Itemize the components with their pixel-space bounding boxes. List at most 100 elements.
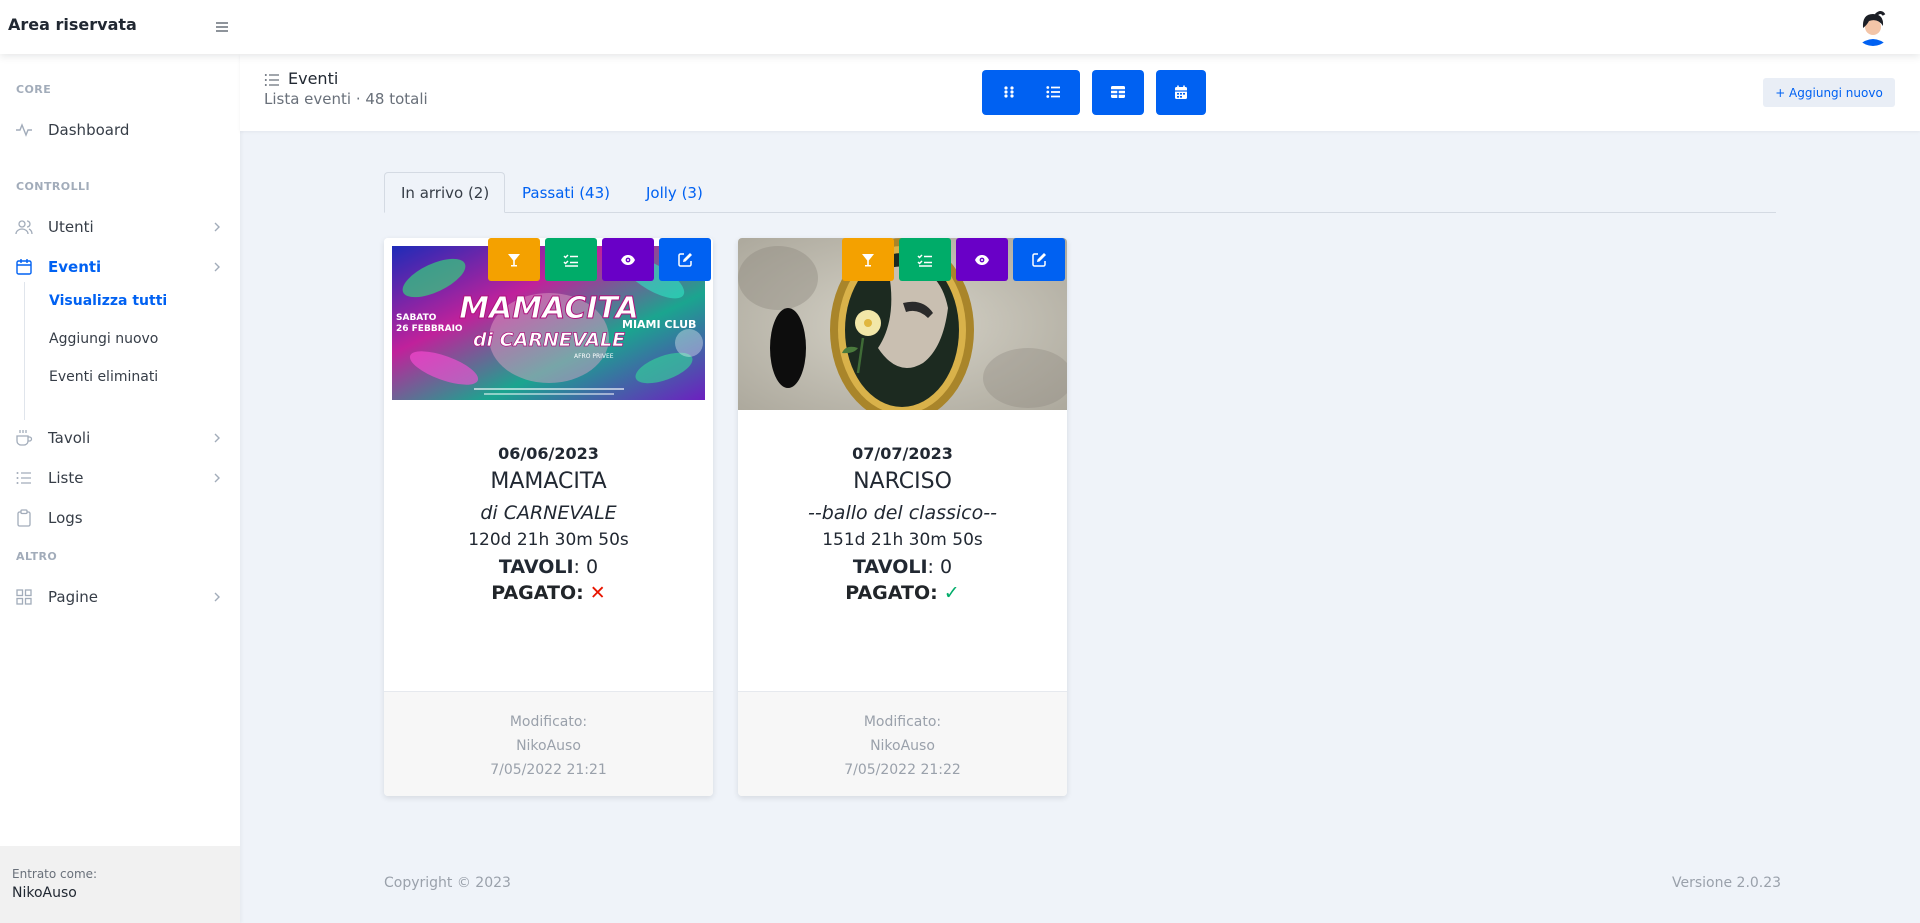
pagato-label: PAGATO: [491, 582, 577, 604]
event-tavoli: TAVOLI: 0: [384, 556, 713, 578]
sidebar-item-utenti[interactable]: Utenti: [0, 210, 240, 244]
tab-passati[interactable]: Passati (43): [506, 172, 626, 213]
event-countdown: 120d 21h 30m 50s: [468, 530, 629, 550]
eventi-submenu: Visualizza tutti Aggiungi nuovo Eventi e…: [24, 282, 214, 420]
sidebar-item-label: Logs: [48, 509, 83, 527]
grip-icon[interactable]: [1002, 85, 1016, 99]
submenu-eventi-eliminati[interactable]: Eventi eliminati: [49, 369, 158, 385]
sidebar-heading-controlli: CONTROLLI: [16, 180, 91, 193]
logged-in-label: Entrato come:: [12, 867, 98, 881]
add-new-button[interactable]: + Aggiungi nuovo: [1763, 78, 1895, 107]
event-card-body: 07/07/2023 NARCISO --ballo del classico-…: [738, 444, 1067, 604]
list-icon: [16, 472, 31, 484]
sidebar-item-logs[interactable]: Logs: [0, 501, 240, 535]
chevron-right-icon: [214, 262, 220, 272]
event-title: NARCISO: [853, 469, 952, 494]
submenu-aggiungi-nuovo[interactable]: Aggiungi nuovo: [49, 331, 158, 347]
cocktail-icon: [508, 253, 520, 266]
event-tavoli: TAVOLI: 0: [738, 556, 1067, 578]
sidebar-item-label: Pagine: [48, 588, 98, 606]
user-avatar[interactable]: [1854, 8, 1892, 46]
brand-title[interactable]: Area riservata: [8, 15, 137, 34]
edit-icon: [1031, 253, 1046, 267]
view-toggle-group: [982, 70, 1080, 115]
event-card-body: 06/06/2023 MAMACITA di CARNEVALE 120d 21…: [384, 444, 713, 604]
top-navbar: Area riservata: [0, 0, 1920, 54]
event-card-footer: Modificato: NikoAuso 7/05/2022 21:22: [738, 691, 1067, 796]
poster-privee-text: AFRO PRIVEE: [574, 353, 614, 360]
calendar-icon: [1175, 85, 1187, 99]
sidebar-item-label: Eventi: [48, 258, 102, 276]
tavoli-label: TAVOLI: [852, 556, 928, 578]
poster-title-text: MAMACITA: [459, 291, 639, 326]
sidebar-item-dashboard[interactable]: Dashboard: [0, 113, 240, 147]
pagato-separator: :: [576, 582, 584, 604]
unpaid-x-icon: ✕: [589, 582, 606, 604]
event-date: 07/07/2023: [852, 444, 953, 463]
tavoli-label: TAVOLI: [498, 556, 574, 578]
sidebar-item-label: Dashboard: [48, 121, 130, 139]
drinks-button[interactable]: [842, 238, 894, 281]
event-subtitle: --ballo del classico--: [808, 502, 997, 524]
tab-jolly[interactable]: Jolly (3): [630, 172, 719, 213]
hamburger-icon[interactable]: [212, 17, 232, 37]
sidebar-item-label: Utenti: [48, 218, 94, 236]
logged-in-user: NikoAuso: [12, 885, 77, 901]
tavoli-value: : 0: [573, 556, 599, 578]
checklist-icon: [563, 253, 578, 267]
checklist-icon: [917, 253, 932, 267]
sidebar-item-label: Tavoli: [48, 429, 91, 447]
poster-club-text: MIAMI CLUB: [622, 318, 696, 331]
users-icon: [15, 220, 33, 235]
version-text: Versione 2.0.23: [1672, 875, 1782, 891]
chevron-right-icon: [214, 592, 220, 602]
page-header: Eventi Lista eventi · 48 totali + Aggiun…: [240, 54, 1920, 131]
table-view-button[interactable]: [1092, 70, 1144, 115]
pagato-separator: :: [930, 582, 938, 604]
poster-date-text: 26 FEBBRAIO: [396, 324, 463, 334]
poster-day-text: SABATO: [396, 313, 437, 323]
event-subtitle: di CARNEVALE: [480, 502, 617, 524]
edit-button[interactable]: [659, 238, 711, 281]
list-view-icon[interactable]: [1046, 85, 1060, 99]
sidebar-heading-altro: ALTRO: [16, 550, 58, 563]
checklist-button[interactable]: [899, 238, 951, 281]
view-button[interactable]: [602, 238, 654, 281]
modified-by: NikoAuso: [870, 738, 935, 754]
event-card-footer: Modificato: NikoAuso 7/05/2022 21:21: [384, 691, 713, 796]
poster-subtitle-text: di CARNEVALE: [473, 329, 625, 351]
event-pagato: PAGATO: ✕: [384, 582, 713, 604]
drinks-button[interactable]: [488, 238, 540, 281]
edit-button[interactable]: [1013, 238, 1065, 281]
chevron-right-icon: [214, 473, 220, 483]
sidebar-heading-core: CORE: [16, 83, 52, 96]
tavoli-value: : 0: [927, 556, 953, 578]
page-subtitle: Lista eventi · 48 totali: [264, 90, 428, 108]
modified-label: Modificato:: [863, 714, 942, 730]
page-title: Eventi: [288, 69, 339, 88]
chevron-right-icon: [214, 433, 220, 443]
sidebar-item-pagine[interactable]: Pagine: [0, 580, 240, 614]
clipboard-icon: [17, 509, 31, 527]
sidebar-item-tavoli[interactable]: Tavoli: [0, 421, 240, 455]
view-button[interactable]: [956, 238, 1008, 281]
sidebar-item-label: Liste: [48, 469, 84, 487]
edit-icon: [677, 253, 692, 267]
sidebar-item-eventi[interactable]: Eventi: [0, 250, 240, 284]
event-card: 07/07/2023 NARCISO --ballo del classico-…: [738, 238, 1067, 796]
pagato-label: PAGATO: [845, 582, 931, 604]
sidebar: CORE Dashboard CONTROLLI Utenti Eventi V…: [0, 54, 240, 923]
calendar-view-button[interactable]: [1156, 70, 1206, 115]
sidebar-footer: Entrato come: NikoAuso: [0, 846, 240, 923]
paid-check-icon: ✓: [943, 582, 960, 604]
grid-icon: [16, 589, 32, 605]
event-title: MAMACITA: [490, 469, 607, 494]
copyright-text: Copyright © 2023: [384, 875, 511, 891]
tab-in-arrivo[interactable]: In arrivo (2): [384, 172, 505, 213]
event-card: MAMACITA di CARNEVALE SABATO 26 FEBBRAIO…: [384, 238, 713, 796]
modified-at: 7/05/2022 21:21: [490, 762, 607, 778]
chevron-right-icon: [214, 222, 220, 232]
sidebar-item-liste[interactable]: Liste: [0, 461, 240, 495]
checklist-button[interactable]: [545, 238, 597, 281]
submenu-visualizza-tutti[interactable]: Visualizza tutti: [49, 293, 167, 309]
